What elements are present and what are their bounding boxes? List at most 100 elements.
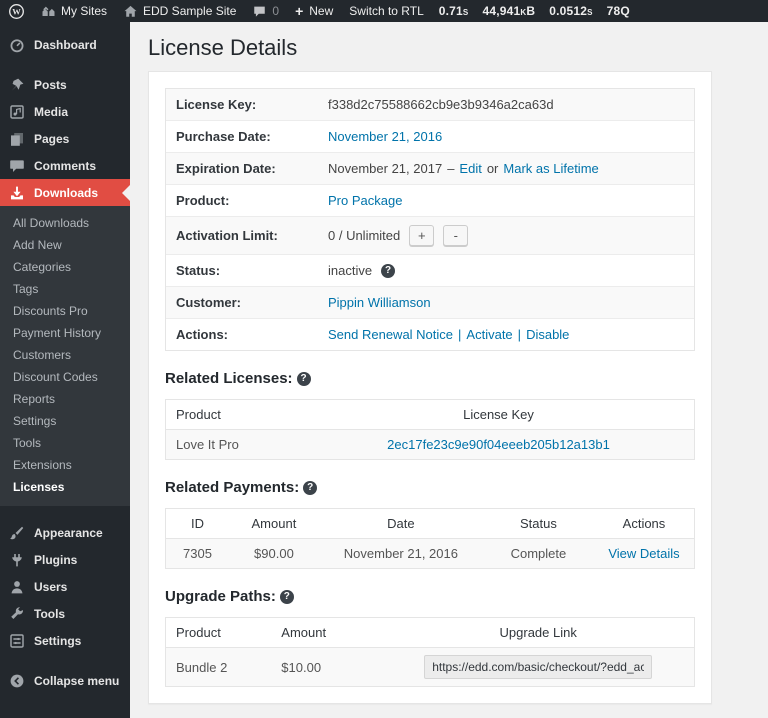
menu-separator	[0, 654, 130, 667]
edit-expiration-link[interactable]: Edit	[459, 161, 481, 176]
sidebar-item-label: Posts	[34, 78, 67, 92]
product-link[interactable]: Pro Package	[328, 193, 402, 208]
rtl-label: Switch to RTL	[349, 4, 423, 18]
sidebar-item-pages[interactable]: Pages	[0, 125, 130, 152]
upgrade-link-input[interactable]	[424, 655, 652, 679]
user-icon	[9, 579, 25, 595]
disable-link[interactable]: Disable	[526, 327, 569, 342]
menu-separator	[0, 22, 130, 31]
license-info-table: License Key: f338d2c75588662cb9e3b9346a2…	[165, 88, 695, 351]
pages-icon	[9, 131, 25, 147]
help-icon[interactable]: ?	[381, 264, 395, 278]
payment-status: Complete	[483, 539, 594, 569]
sidebar-item-plugins[interactable]: Plugins	[0, 546, 130, 573]
sidebar-item-discount-codes[interactable]: Discount Codes	[0, 366, 130, 388]
sidebar-item-categories[interactable]: Categories	[0, 256, 130, 278]
sidebar-item-payment-history[interactable]: Payment History	[0, 322, 130, 344]
sidebar-item-label: Tools	[34, 607, 65, 621]
sidebar-item-reports[interactable]: Reports	[0, 388, 130, 410]
sidebar-item-all-downloads[interactable]: All Downloads	[0, 212, 130, 234]
related-payments-heading: Related Payments: ?	[165, 479, 695, 496]
upgrade-paths-heading: Upgrade Paths: ?	[165, 588, 695, 605]
sidebar-item-label: Downloads	[34, 186, 98, 200]
purchase-date-link[interactable]: November 21, 2016	[328, 129, 442, 144]
related-license-key-link[interactable]: 2ec17fe23c9e90f04eeeb205b12a13b1	[387, 437, 610, 452]
send-renewal-notice-link[interactable]: Send Renewal Notice	[328, 327, 453, 342]
sidebar-item-customers[interactable]: Customers	[0, 344, 130, 366]
upgrade-paths-table: Product Amount Upgrade Link Bundle 2 $10…	[165, 617, 695, 687]
license-key-row: License Key: f338d2c75588662cb9e3b9346a2…	[166, 89, 694, 121]
payment-id: 7305	[166, 539, 229, 569]
mark-as-lifetime-link[interactable]: Mark as Lifetime	[503, 161, 598, 176]
sidebar-item-licenses[interactable]: Licenses	[0, 476, 130, 498]
product-label: Product:	[176, 193, 328, 208]
qm-memory[interactable]: 44,941kB	[475, 4, 542, 18]
upgrade-paths-title: Upgrade Paths:	[165, 588, 276, 605]
product-row: Product: Pro Package	[166, 185, 694, 217]
my-sites-menu[interactable]: My Sites	[33, 0, 115, 22]
sidebar-item-settings[interactable]: Settings	[0, 410, 130, 432]
sidebar-item-label: Settings	[34, 634, 81, 648]
sidebar-item-tools[interactable]: Tools	[0, 600, 130, 627]
upgrade-amount: $10.00	[271, 648, 382, 687]
qm-query-time[interactable]: 0.0512s	[542, 4, 599, 18]
download-icon	[9, 185, 25, 201]
dashboard-icon	[9, 37, 25, 53]
collapse-menu-button[interactable]: Collapse menu	[0, 667, 130, 694]
comments-count: 0	[272, 4, 279, 18]
help-icon[interactable]: ?	[297, 372, 311, 386]
sidebar-item-discounts-pro[interactable]: Discounts Pro	[0, 300, 130, 322]
related-licenses-title: Related Licenses:	[165, 370, 293, 387]
table-header-row: Product Amount Upgrade Link	[166, 618, 695, 648]
actions-label: Actions:	[176, 327, 328, 342]
sidebar-item-label: Dashboard	[34, 38, 97, 52]
sidebar-item-settings[interactable]: Settings	[0, 627, 130, 654]
sidebar-item-label: Plugins	[34, 553, 77, 567]
sidebar-item-appearance[interactable]: Appearance	[0, 519, 130, 546]
switch-to-rtl-link[interactable]: Switch to RTL	[341, 0, 431, 22]
view-details-link[interactable]: View Details	[608, 546, 679, 561]
expiration-date-value: November 21, 2017	[328, 161, 442, 176]
sidebar-item-comments[interactable]: Comments	[0, 152, 130, 179]
comments-menu[interactable]: 0	[244, 0, 287, 22]
activate-link[interactable]: Activate	[466, 327, 512, 342]
pipe-separator: |	[518, 327, 521, 342]
wordpress-logo-icon: W	[8, 3, 25, 20]
sidebar-item-extensions[interactable]: Extensions	[0, 454, 130, 476]
wrench-icon	[9, 606, 25, 622]
sidebar-item-users[interactable]: Users	[0, 573, 130, 600]
expiration-date-row: Expiration Date: November 21, 2017 – Edi…	[166, 153, 694, 185]
qm-page-time[interactable]: 0.71s	[432, 4, 476, 18]
customer-link[interactable]: Pippin Williamson	[328, 295, 431, 310]
sidebar-item-dashboard[interactable]: Dashboard	[0, 31, 130, 58]
qm-query-count[interactable]: 78Q	[600, 4, 637, 18]
menu-separator	[0, 506, 130, 519]
status-label: Status:	[176, 263, 328, 278]
sidebar-item-label: Pages	[34, 132, 69, 146]
help-icon[interactable]: ?	[280, 590, 294, 604]
customer-row: Customer: Pippin Williamson	[166, 287, 694, 319]
help-icon[interactable]: ?	[303, 481, 317, 495]
column-product: Product	[166, 400, 304, 430]
site-name-menu[interactable]: EDD Sample Site	[115, 0, 244, 22]
column-license-key: License Key	[303, 400, 694, 430]
sidebar-item-tags[interactable]: Tags	[0, 278, 130, 300]
sidebar-item-tools[interactable]: Tools	[0, 432, 130, 454]
expiration-date-label: Expiration Date:	[176, 161, 328, 176]
table-row: Love It Pro 2ec17fe23c9e90f04eeeb205b12a…	[166, 430, 695, 460]
sidebar-item-add-new[interactable]: Add New	[0, 234, 130, 256]
or-text: or	[487, 161, 499, 176]
sidebar-item-label: Media	[34, 105, 68, 119]
status-row: Status: inactive ?	[166, 255, 694, 287]
new-content-menu[interactable]: + New	[287, 0, 341, 22]
increase-limit-button[interactable]: +	[409, 225, 434, 246]
upgrade-product: Bundle 2	[166, 648, 272, 687]
sidebar-item-posts[interactable]: Posts	[0, 71, 130, 98]
admin-sidebar: Dashboard Posts Media Pages Comments	[0, 22, 130, 718]
column-status: Status	[483, 509, 594, 539]
sidebar-item-media[interactable]: Media	[0, 98, 130, 125]
sidebar-item-downloads[interactable]: Downloads	[0, 179, 130, 206]
wordpress-logo-menu[interactable]: W	[0, 0, 33, 22]
media-icon	[9, 104, 25, 120]
decrease-limit-button[interactable]: -	[443, 225, 468, 246]
